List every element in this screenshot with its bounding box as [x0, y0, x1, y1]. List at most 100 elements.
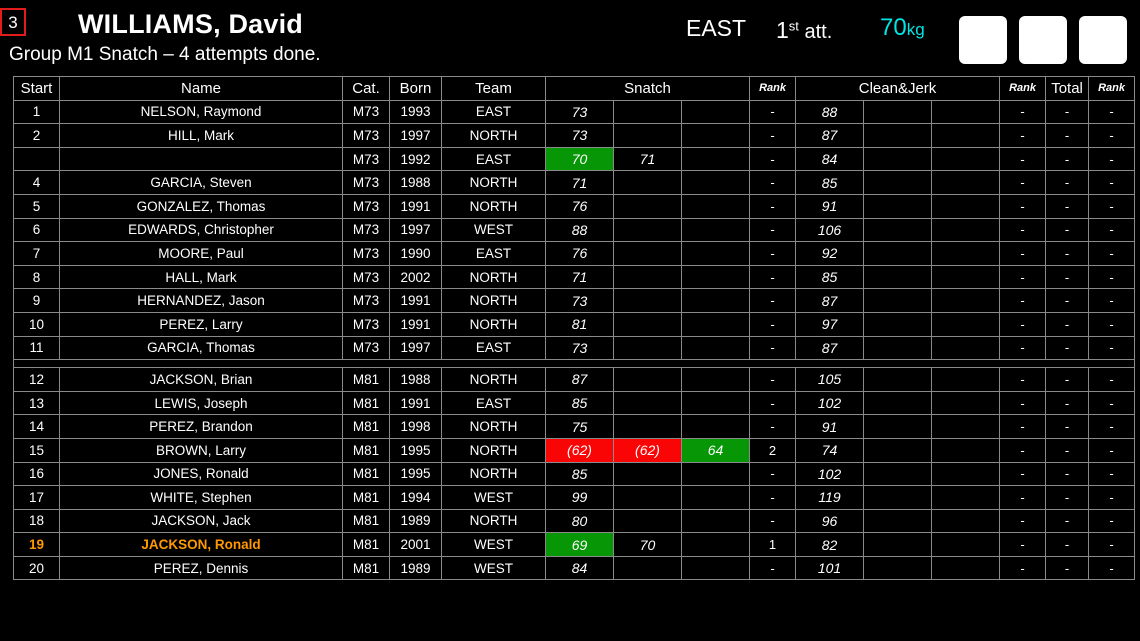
table-row[interactable]: 18 JACKSON, Jack M81 1989 NORTH 80-96- - - [13, 508, 1136, 534]
cell-snatch-attempt-1: 85 [545, 461, 614, 487]
cell-cleanjerk-attempt-1: 87 [795, 335, 865, 361]
cell-snatch-attempt-1: 81 [545, 311, 614, 337]
cell-snatch-attempt-2 [613, 311, 682, 337]
cell-snatch-attempt-1: 84 [545, 555, 614, 581]
cell-snatch-attempt-1: (62) [545, 437, 614, 463]
table-row[interactable]: M73 1992 EAST 70 71-84- - - [13, 146, 1136, 172]
cell-cleanjerk-attempt-1: 102 [795, 461, 865, 487]
table-row[interactable]: 13 LEWIS, Joseph M81 1991 EAST 85-102- - - [13, 390, 1136, 416]
cell-start: 5 [13, 193, 60, 219]
cell-total: - [1045, 414, 1090, 439]
cell-cleanjerk-rank: - [999, 390, 1047, 416]
table-row[interactable]: 14 PEREZ, Brandon M81 1998 NORTH 75-91- - - [13, 414, 1136, 439]
cell-start: 2 [13, 123, 60, 148]
table-row[interactable]: 10 PEREZ, Larry M73 1991 NORTH 81-97- - - [13, 311, 1136, 337]
cell-cleanjerk-attempt-3 [931, 311, 1001, 337]
cell-snatch-attempt-3 [680, 288, 751, 313]
table-row[interactable]: 1 NELSON, Raymond M73 1993 EAST 73-88- - - [13, 99, 1136, 125]
table-row[interactable]: 6 EDWARDS, Christopher M73 1997 WEST 88-106- -… [13, 217, 1136, 243]
table-row[interactable]: 9 HERNANDEZ, Jason M73 1991 NORTH 73-87- - - [13, 288, 1136, 313]
cell-snatch-attempt-3: 64 [680, 437, 751, 463]
cell-snatch-attempt-3 [680, 461, 751, 487]
cell-total-rank: - [1088, 367, 1136, 392]
cell-snatch-attempt-2 [613, 288, 682, 313]
cell-snatch-attempt-2 [613, 170, 682, 195]
table-body: 1 NELSON, Raymond M73 1993 EAST 73-88- - -2 HILL… [12, 99, 1136, 581]
cell-snatch-attempt-3 [680, 485, 751, 510]
cell-cleanjerk-attempt-1: 102 [795, 390, 865, 416]
cell-snatch-attempt-1: 80 [545, 508, 614, 534]
table-row[interactable]: 2 HILL, Mark M73 1997 NORTH 73-87- - - [13, 123, 1136, 148]
cell-total: - [1045, 146, 1090, 172]
table-row[interactable]: 16 JONES, Ronald M81 1995 NORTH 85-102- - - [13, 461, 1136, 487]
table-row[interactable]: 15 BROWN, Larry M81 1995 NORTH (62) (62) 64 2 74-… [13, 437, 1136, 463]
cell-cleanjerk-rank: - [999, 146, 1047, 172]
cell-start: 7 [13, 241, 60, 266]
cell-cleanjerk-attempt-1: 119 [795, 485, 865, 510]
cell-cleanjerk-attempt-3 [931, 241, 1001, 266]
cell-team: NORTH [441, 367, 546, 392]
referee-light-2 [1019, 16, 1067, 64]
cell-born: 1997 [389, 335, 442, 361]
table-row[interactable]: 12 JACKSON, Brian M81 1988 NORTH 87-105- - - [13, 367, 1136, 392]
cell-category: M73 [342, 193, 390, 219]
cell-start: 18 [13, 508, 60, 534]
cell-cleanjerk-attempt-3 [931, 335, 1001, 361]
cell-name: GARCIA, Thomas [59, 335, 343, 361]
cell-snatch-attempt-1: 85 [545, 390, 614, 416]
cell-team: EAST [441, 390, 546, 416]
cell-snatch-attempt-2: (62) [613, 437, 682, 463]
col-header-born: Born [389, 76, 442, 101]
cell-snatch-attempt-2 [613, 390, 682, 416]
cell-team: WEST [441, 485, 546, 510]
cell-category: M73 [342, 288, 390, 313]
table-row[interactable]: 11 GARCIA, Thomas M73 1997 EAST 73-87- - - [13, 335, 1136, 361]
col-header-cleanjerk-rank: Rank [999, 76, 1047, 101]
col-header-team: Team [441, 76, 546, 101]
cell-snatch-attempt-2 [613, 485, 682, 510]
cell-snatch-attempt-2 [613, 555, 682, 581]
cell-total: - [1045, 367, 1090, 392]
cell-name: NELSON, Raymond [59, 99, 343, 125]
cell-snatch-rank: - [749, 485, 797, 510]
table-row[interactable]: 5 GONZALEZ, Thomas M73 1991 NORTH 76-91- - - [13, 193, 1136, 219]
cell-snatch-attempt-2 [613, 461, 682, 487]
cell-total-rank: - [1088, 311, 1136, 337]
cell-total-rank: - [1088, 217, 1136, 243]
table-row[interactable]: 20 PEREZ, Dennis M81 1989 WEST 84-101- - - [13, 555, 1136, 581]
table-row[interactable]: 7 MOORE, Paul M73 1990 EAST 76-92- - - [13, 241, 1136, 266]
col-header-snatch-rank: Rank [749, 76, 797, 101]
cell-born: 2002 [389, 264, 442, 290]
table-row[interactable]: 8 HALL, Mark M73 2002 NORTH 71-85- - - [13, 264, 1136, 290]
cell-team: NORTH [441, 311, 546, 337]
cell-category: M73 [342, 217, 390, 243]
table-row[interactable]: 19 JACKSON, Ronald M81 2001 WEST 69 70 1 82- - - [13, 532, 1136, 557]
table-row[interactable]: 17 WHITE, Stephen M81 1994 WEST 99-119- - - [13, 485, 1136, 510]
cell-cleanjerk-attempt-2 [863, 532, 933, 557]
cell-snatch-attempt-1: 73 [545, 99, 614, 125]
cell-born: 1991 [389, 288, 442, 313]
cell-cleanjerk-rank: - [999, 99, 1047, 125]
cell-cleanjerk-attempt-3 [931, 170, 1001, 195]
cell-cleanjerk-rank: - [999, 555, 1047, 581]
cell-cleanjerk-attempt-3 [931, 485, 1001, 510]
cell-total: - [1045, 508, 1090, 534]
cell-cleanjerk-attempt-2 [863, 217, 933, 243]
attempt-weight-unit: kg [906, 20, 925, 39]
cell-snatch-rank: - [749, 555, 797, 581]
table-row[interactable]: 4 GARCIA, Steven M73 1988 NORTH 71-85- - - [13, 170, 1136, 195]
cell-cleanjerk-attempt-3 [931, 264, 1001, 290]
cell-snatch-rank: - [749, 288, 797, 313]
cell-start: 15 [13, 437, 60, 463]
cell-category: M81 [342, 508, 390, 534]
cell-team: NORTH [441, 461, 546, 487]
referee-light-1 [959, 16, 1007, 64]
cell-born: 1988 [389, 170, 442, 195]
cell-cleanjerk-attempt-2 [863, 99, 933, 125]
cell-cleanjerk-rank: - [999, 461, 1047, 487]
cell-category: M81 [342, 367, 390, 392]
cell-team: NORTH [441, 264, 546, 290]
cell-total-rank: - [1088, 390, 1136, 416]
cell-team: WEST [441, 555, 546, 581]
cell-snatch-attempt-3 [680, 508, 751, 534]
